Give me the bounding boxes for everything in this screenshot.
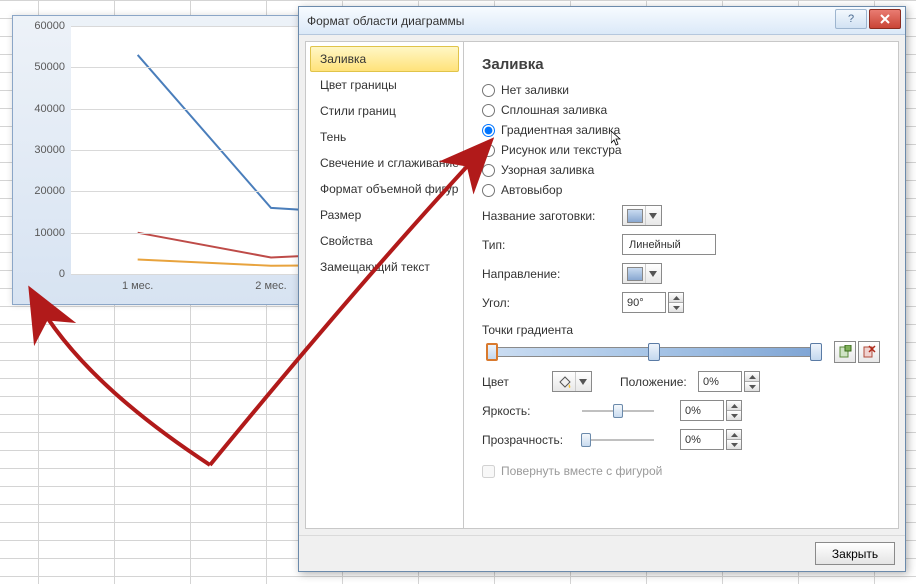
fill-type-option[interactable]: Сплошная заливка [482, 103, 880, 117]
color-dropdown[interactable] [552, 371, 592, 392]
add-gradient-stop-button[interactable] [834, 341, 856, 363]
radio-input[interactable] [482, 144, 495, 157]
y-tick-label: 20000 [34, 185, 65, 197]
y-tick-label: 10000 [34, 227, 65, 239]
x-tick-label: 1 мес. [122, 280, 153, 292]
fill-panel: Заливка Нет заливки Сплошная заливка Гради… [464, 42, 898, 528]
brightness-input[interactable]: 0% [680, 400, 724, 421]
brightness-label: Яркость: [482, 404, 582, 418]
radio-input[interactable] [482, 184, 495, 197]
category-item[interactable]: Тень [310, 124, 459, 150]
category-item[interactable]: Замещающий текст [310, 254, 459, 280]
cursor-icon [611, 131, 625, 147]
position-spinner[interactable] [744, 371, 760, 392]
chart-y-axis: 0100002000030000400005000060000 [13, 26, 71, 274]
radio-input[interactable] [482, 124, 495, 137]
fill-type-option[interactable]: Нет заливки [482, 83, 880, 97]
rotate-with-shape-label: Повернуть вместе с фигурой [501, 464, 662, 478]
category-item[interactable]: Размер [310, 202, 459, 228]
fill-type-option[interactable]: Узорная заливка [482, 163, 880, 177]
transparency-label: Прозрачность: [482, 433, 582, 447]
paint-bucket-icon [557, 375, 573, 389]
radio-input[interactable] [482, 104, 495, 117]
fill-type-option[interactable]: Градиентная заливка [482, 123, 880, 137]
category-item[interactable]: Заливка [310, 46, 459, 72]
remove-gradient-stop-button[interactable] [858, 341, 880, 363]
position-label: Положение: [620, 375, 698, 389]
category-item[interactable]: Формат объемной фигуры [310, 176, 459, 202]
dialog-title: Формат области диаграммы [307, 14, 905, 28]
gradient-stops-label: Точки градиента [482, 323, 880, 337]
position-input[interactable]: 0% [698, 371, 742, 392]
y-tick-label: 0 [59, 268, 65, 280]
preset-swatch-icon [627, 209, 643, 223]
transparency-slider[interactable] [582, 430, 654, 450]
transparency-spinner[interactable] [726, 429, 742, 450]
gradient-stop-1[interactable] [486, 343, 498, 361]
category-item[interactable]: Цвет границы [310, 72, 459, 98]
y-tick-label: 50000 [34, 61, 65, 73]
gradient-stop-2[interactable] [648, 343, 660, 361]
transparency-input[interactable]: 0% [680, 429, 724, 450]
brightness-slider[interactable] [582, 401, 654, 421]
fill-type-radio-group: Нет заливки Сплошная заливка Градиентная з… [482, 83, 880, 197]
close-window-button[interactable] [869, 9, 901, 29]
format-chart-area-dialog: Формат области диаграммы ? ЗаливкаЦвет г… [298, 6, 906, 572]
angle-input[interactable]: 90° [622, 292, 666, 313]
rotate-with-shape-checkbox [482, 465, 495, 478]
angle-spinner[interactable] [668, 292, 684, 313]
type-dropdown[interactable]: Линейный [622, 234, 716, 255]
category-item[interactable]: Стили границ [310, 98, 459, 124]
direction-label: Направление: [482, 267, 622, 281]
radio-input[interactable] [482, 164, 495, 177]
section-title: Заливка [482, 56, 880, 73]
brightness-spinner[interactable] [726, 400, 742, 421]
y-tick-label: 40000 [34, 103, 65, 115]
preset-dropdown[interactable] [622, 205, 662, 226]
preset-label: Название заготовки: [482, 209, 622, 223]
color-label: Цвет [482, 375, 552, 389]
radio-input[interactable] [482, 84, 495, 97]
direction-dropdown[interactable] [622, 263, 662, 284]
category-item[interactable]: Свечение и сглаживание [310, 150, 459, 176]
help-button[interactable]: ? [835, 9, 867, 29]
y-tick-label: 30000 [34, 144, 65, 156]
type-label: Тип: [482, 238, 622, 252]
y-tick-label: 60000 [34, 20, 65, 32]
x-tick-label: 2 мес. [255, 280, 286, 292]
angle-label: Угол: [482, 296, 622, 310]
direction-swatch-icon [627, 267, 643, 281]
dialog-titlebar[interactable]: Формат области диаграммы ? [299, 7, 905, 35]
close-button[interactable]: Закрыть [815, 542, 895, 565]
fill-type-option[interactable]: Автовыбор [482, 183, 880, 197]
gradient-slider[interactable] [482, 341, 826, 363]
category-list: ЗаливкаЦвет границыСтили границТеньСвече… [306, 42, 464, 528]
fill-type-option[interactable]: Рисунок или текстура [482, 143, 880, 157]
category-item[interactable]: Свойства [310, 228, 459, 254]
gradient-stop-3[interactable] [810, 343, 822, 361]
